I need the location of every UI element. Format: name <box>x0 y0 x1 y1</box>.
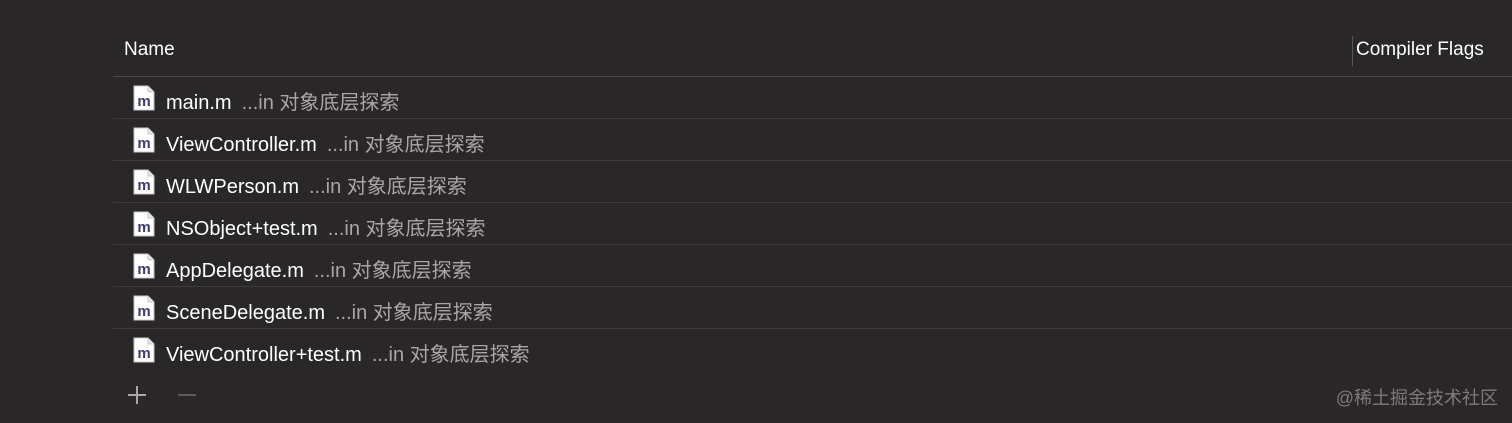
table-row[interactable]: m WLWPerson.m ...in 对象底层探索 <box>113 161 1512 203</box>
file-name-text: AppDelegate.m <box>166 260 304 282</box>
compile-sources-table: Name Compiler Flags m main.m ...in 对象底层探索 m… <box>113 28 1512 370</box>
file-name-text: ViewController.m <box>166 134 317 156</box>
file-location: ...in 对象底层探索 <box>326 134 485 156</box>
table-header: Name Compiler Flags <box>113 28 1512 77</box>
objc-m-file-icon: m <box>133 337 155 363</box>
file-name-text: NSObject+test.m <box>166 218 318 240</box>
column-divider[interactable] <box>1352 36 1353 66</box>
table-row[interactable]: m SceneDelegate.m ...in 对象底层探索 <box>113 287 1512 329</box>
minus-icon[interactable] <box>176 384 198 406</box>
objc-m-file-icon: m <box>133 169 155 195</box>
objc-m-file-icon: m <box>133 253 155 279</box>
column-header-name[interactable]: Name <box>124 39 175 61</box>
file-name: ViewController.m ...in 对象底层探索 <box>166 128 485 157</box>
svg-text:m: m <box>137 219 150 236</box>
column-header-compiler-flags[interactable]: Compiler Flags <box>1356 39 1484 61</box>
file-location: ...in 对象底层探索 <box>241 92 400 114</box>
svg-text:m: m <box>137 93 150 110</box>
svg-text:m: m <box>137 177 150 194</box>
plus-icon[interactable] <box>126 384 148 406</box>
file-name: WLWPerson.m ...in 对象底层探索 <box>166 170 467 199</box>
file-name: AppDelegate.m ...in 对象底层探索 <box>166 254 472 283</box>
objc-m-file-icon: m <box>133 211 155 237</box>
table-body: m main.m ...in 对象底层探索 m ViewController.m ...i… <box>113 77 1512 370</box>
file-location: ...in 对象底层探索 <box>308 176 467 198</box>
file-name: ViewController+test.m ...in 对象底层探索 <box>166 338 530 367</box>
svg-text:m: m <box>137 135 150 152</box>
file-name: NSObject+test.m ...in 对象底层探索 <box>166 212 486 241</box>
file-location: ...in 对象底层探索 <box>327 218 486 240</box>
file-name: SceneDelegate.m ...in 对象底层探索 <box>166 296 493 325</box>
objc-m-file-icon: m <box>133 127 155 153</box>
objc-m-file-icon: m <box>133 295 155 321</box>
svg-text:m: m <box>137 303 150 320</box>
table-row[interactable]: m ViewController+test.m ...in 对象底层探索 <box>113 329 1512 370</box>
file-location: ...in 对象底层探索 <box>334 302 493 324</box>
table-row[interactable]: m NSObject+test.m ...in 对象底层探索 <box>113 203 1512 245</box>
svg-text:m: m <box>137 261 150 278</box>
file-name-text: main.m <box>166 92 232 114</box>
svg-text:m: m <box>137 345 150 362</box>
table-row[interactable]: m ViewController.m ...in 对象底层探索 <box>113 119 1512 161</box>
table-footer: @稀土掘金技术社区 <box>113 372 1512 422</box>
file-name-text: ViewController+test.m <box>166 344 362 366</box>
file-name: main.m ...in 对象底层探索 <box>166 86 399 115</box>
file-name-text: SceneDelegate.m <box>166 302 325 324</box>
table-row[interactable]: m AppDelegate.m ...in 对象底层探索 <box>113 245 1512 287</box>
file-location: ...in 对象底层探索 <box>313 260 472 282</box>
file-name-text: WLWPerson.m <box>166 176 299 198</box>
table-row[interactable]: m main.m ...in 对象底层探索 <box>113 77 1512 119</box>
watermark: @稀土掘金技术社区 <box>1335 388 1498 408</box>
objc-m-file-icon: m <box>133 85 155 111</box>
file-location: ...in 对象底层探索 <box>371 344 530 366</box>
